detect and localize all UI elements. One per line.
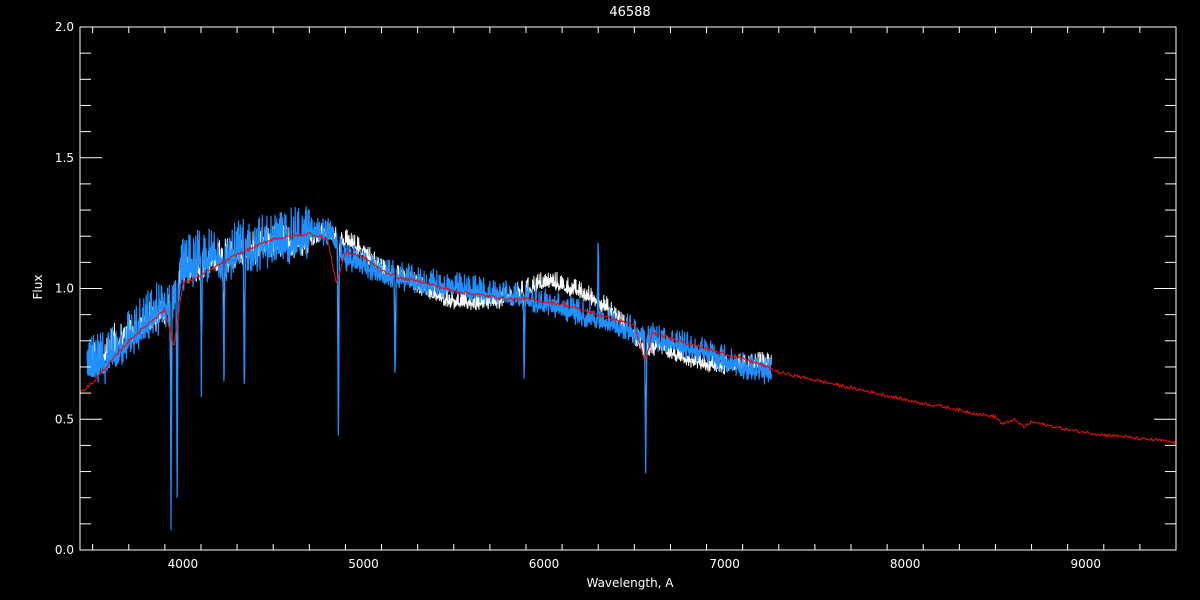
x-tick-label: 9000 [1070, 557, 1101, 571]
x-tick-label: 4000 [168, 557, 199, 571]
x-axis-label: Wavelength, A [586, 576, 674, 590]
y-tick-label: 1.0 [55, 282, 74, 296]
chart-title: 46588 [609, 5, 650, 20]
y-tick-label: 2.0 [55, 20, 74, 34]
y-tick-label: 1.5 [55, 151, 74, 165]
y-tick-label: 0.0 [55, 543, 74, 557]
spectrum-plot: 46588 Wavelength, A Flux 4000 5000 6000 700… [0, 0, 1200, 600]
y-axis-label: Flux [31, 275, 45, 300]
y-tick-label: 0.5 [55, 412, 74, 426]
x-tick-label: 6000 [529, 557, 560, 571]
x-tick-label: 5000 [348, 557, 379, 571]
x-tick-label: 8000 [890, 557, 921, 571]
x-tick-label: 7000 [709, 557, 740, 571]
